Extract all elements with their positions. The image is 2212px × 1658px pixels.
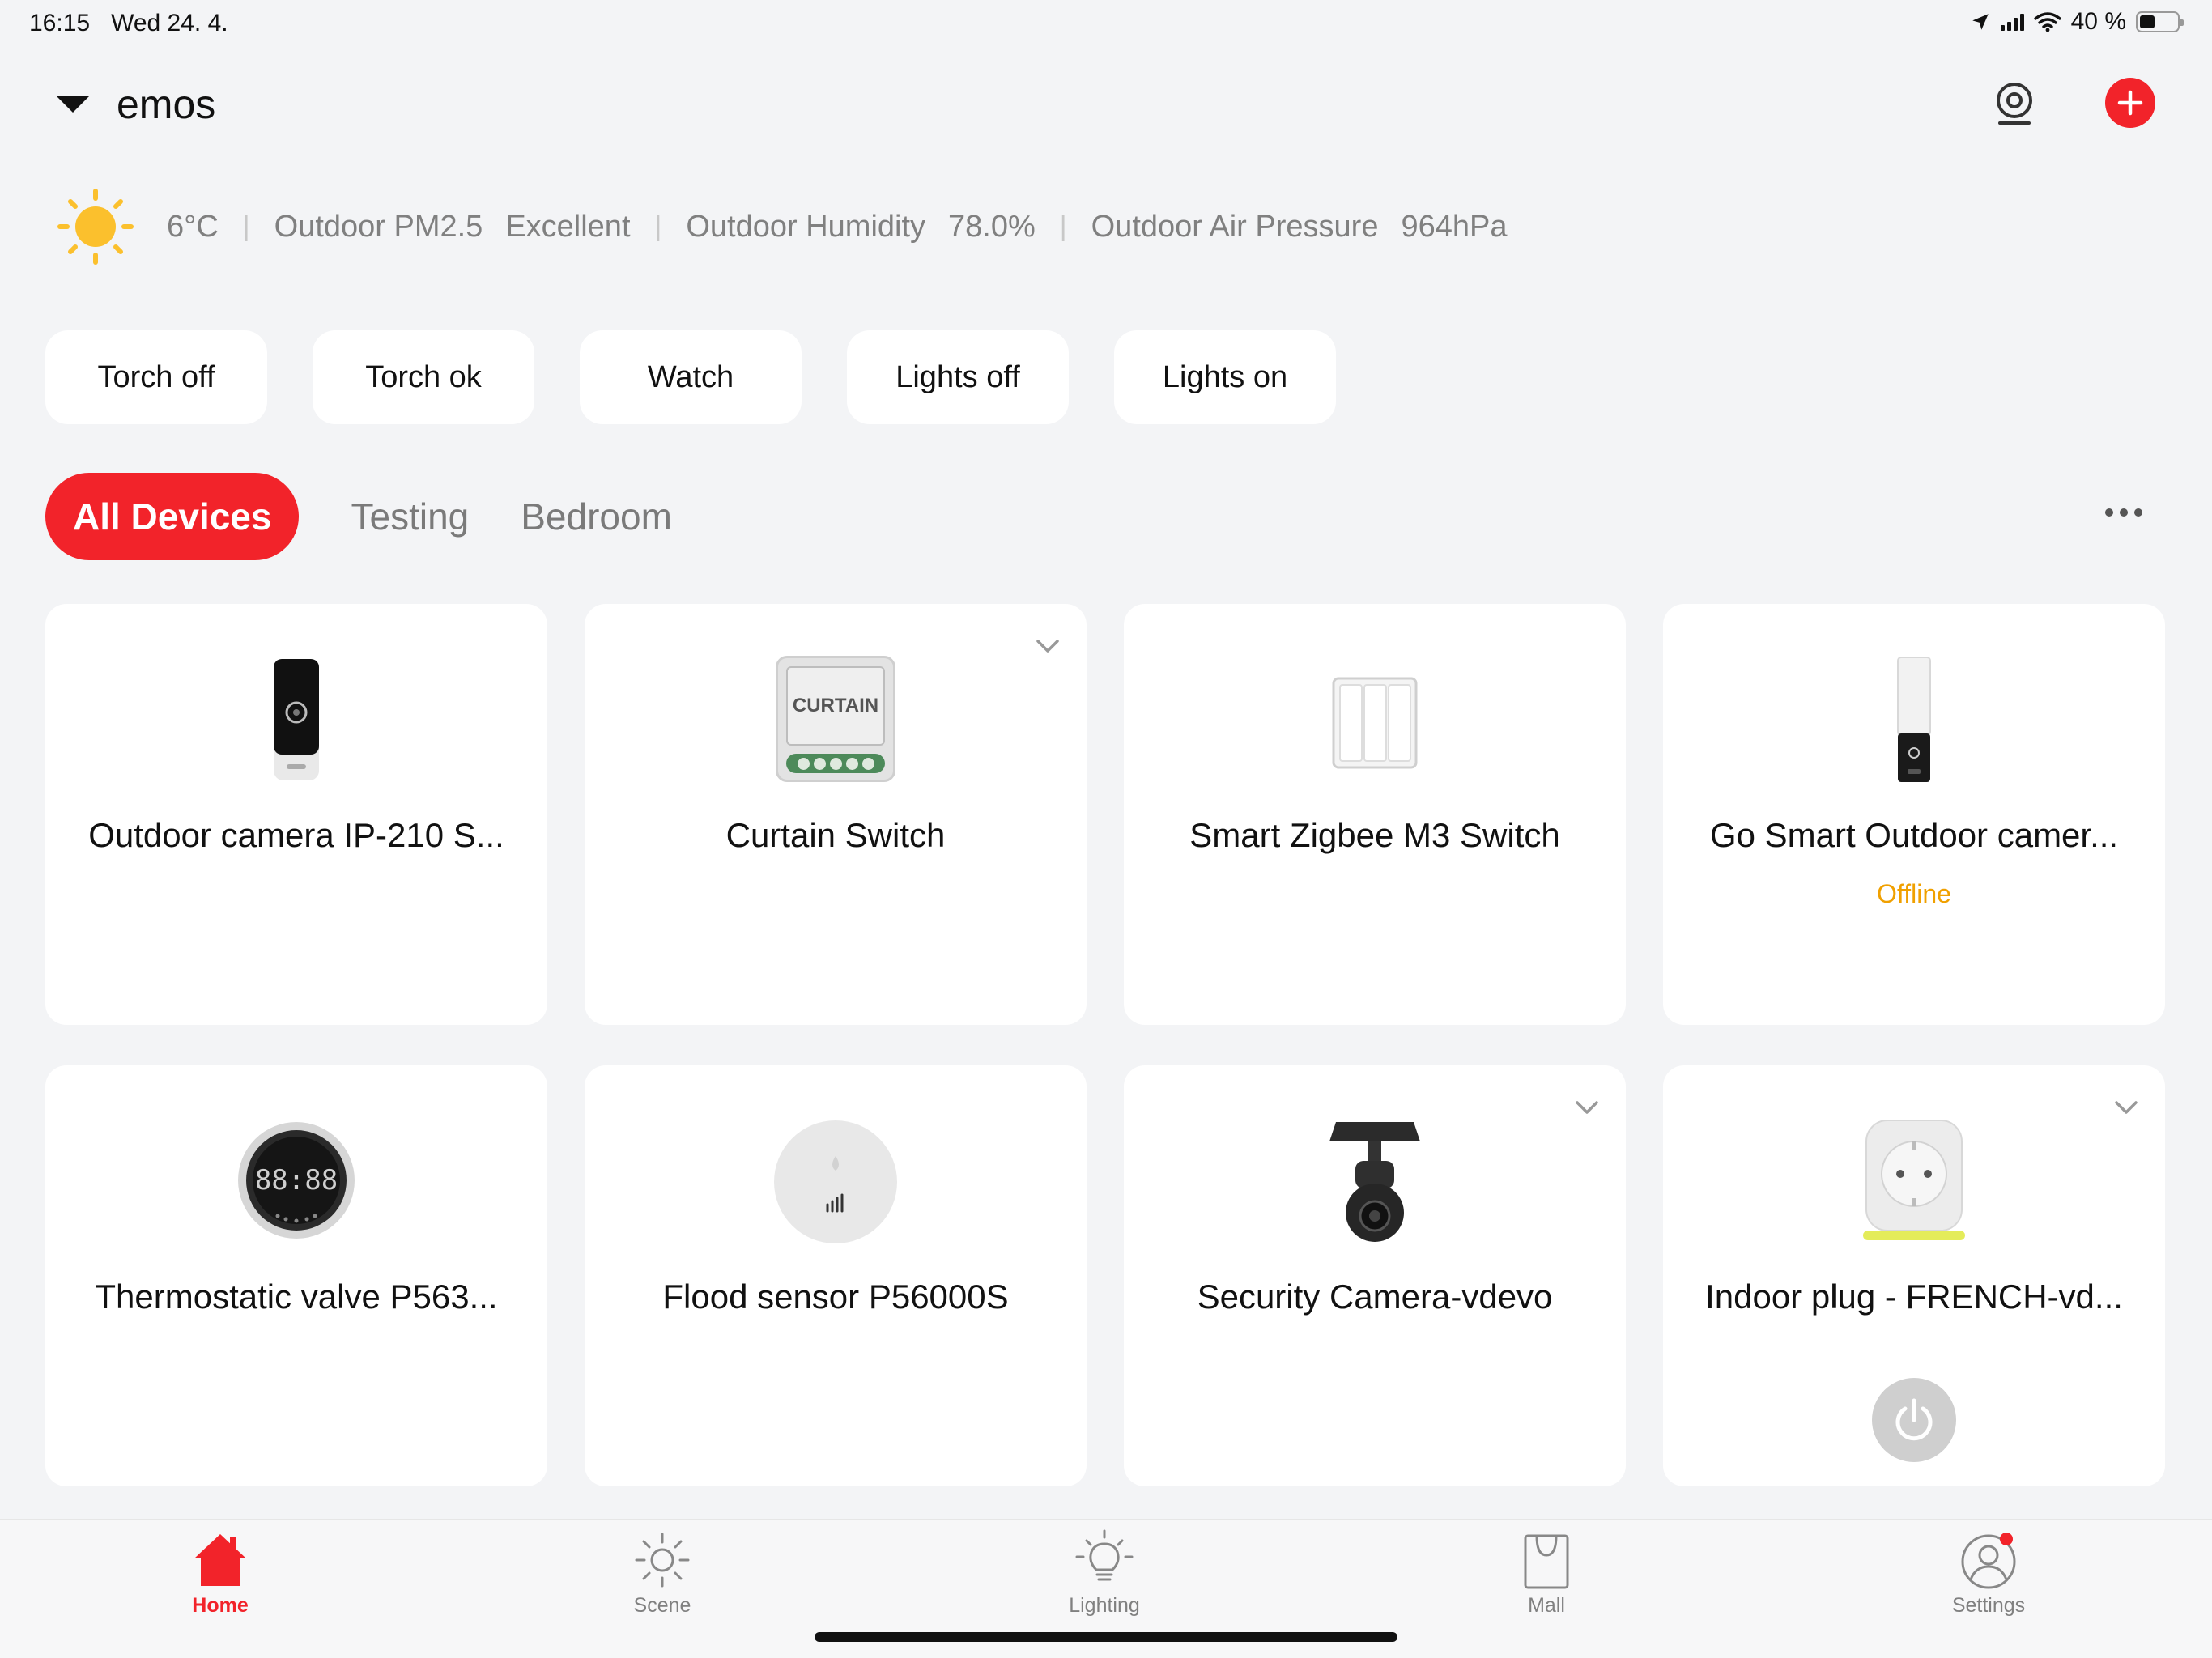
wifi-icon <box>2033 12 2061 32</box>
solar-camera-icon <box>1329 1122 1420 1242</box>
outdoor-camera-icon <box>274 659 319 780</box>
device-card-curtain-switch[interactable]: CURTAIN Curtain Switch <box>585 604 1087 1025</box>
device-name: Indoor plug - FRENCH-vd... <box>1705 1278 2123 1316</box>
thermostat-display: 88:88 <box>254 1164 338 1197</box>
tab-settings[interactable]: Settings <box>1908 1528 2069 1618</box>
weather-humidity-value: 78.0% <box>948 209 1036 244</box>
device-card-thermostatic-valve[interactable]: 88:88 Thermostatic valve P563... <box>45 1065 547 1486</box>
tab-testing[interactable]: Testing <box>351 495 469 538</box>
weather-pressure-value: 964hPa <box>1401 209 1508 244</box>
device-name: Flood sensor P56000S <box>662 1278 1009 1316</box>
room-tabs: All Devices Testing Bedroom <box>45 473 672 560</box>
device-name: Security Camera-vdevo <box>1197 1278 1553 1316</box>
scene-lights-on-button[interactable]: Lights on <box>1114 330 1336 424</box>
weather-strip[interactable]: 6°C | Outdoor PM2.5 Excellent | Outdoor … <box>57 186 1507 267</box>
device-name: Outdoor camera IP-210 S... <box>88 816 504 854</box>
tab-scene-label: Scene <box>633 1594 691 1617</box>
home-indicator[interactable] <box>815 1632 1397 1642</box>
flood-sensor-icon <box>774 1120 897 1244</box>
tab-mall[interactable]: Mall <box>1465 1528 1627 1618</box>
shopping-bag-icon <box>1524 1534 1569 1589</box>
curtain-switch-icon: CURTAIN <box>776 656 895 782</box>
home-name: emos <box>117 82 216 127</box>
tab-home[interactable]: Home <box>139 1528 301 1618</box>
camera-view-button[interactable] <box>1993 81 2035 126</box>
notification-dot-icon <box>2000 1533 2013 1545</box>
tab-lighting-label: Lighting <box>1069 1594 1140 1617</box>
light-bulb-icon <box>1075 1529 1134 1581</box>
scene-sun-icon <box>635 1533 690 1588</box>
weather-pm25-value: Excellent <box>505 209 631 244</box>
sun-icon <box>57 189 134 265</box>
tab-scene[interactable]: Scene <box>581 1528 743 1618</box>
battery-icon <box>2136 11 2184 32</box>
device-name: Smart Zigbee M3 Switch <box>1189 816 1560 854</box>
location-arrow-icon <box>1972 14 1989 30</box>
scene-watch-button[interactable]: Watch <box>580 330 802 424</box>
caret-down-icon <box>57 96 89 113</box>
device-name: Curtain Switch <box>725 816 946 854</box>
cellular-signal-icon <box>2000 13 2024 31</box>
weather-humidity-label: Outdoor Humidity <box>686 209 926 244</box>
plus-icon <box>2117 90 2143 116</box>
weather-pressure-label: Outdoor Air Pressure <box>1091 209 1379 244</box>
weather-temperature: 6°C <box>167 209 219 244</box>
home-icon <box>194 1534 246 1586</box>
device-card-security-camera[interactable]: Security Camera-vdevo <box>1124 1065 1626 1486</box>
device-offline-status: Offline <box>1877 879 1951 908</box>
home-switcher[interactable]: emos <box>57 81 215 128</box>
device-name: Thermostatic valve P563... <box>95 1278 498 1316</box>
scene-torch-ok-button[interactable]: Torch ok <box>313 330 534 424</box>
curtain-label: CURTAIN <box>792 695 879 716</box>
tab-mall-label: Mall <box>1528 1594 1565 1617</box>
webcam-icon <box>1997 83 2032 125</box>
power-icon <box>1895 1398 1933 1441</box>
tab-settings-label: Settings <box>1951 1594 2026 1617</box>
tab-lighting[interactable]: Lighting <box>1023 1528 1185 1618</box>
device-name: Go Smart Outdoor camer... <box>1709 816 2119 854</box>
scene-torch-off-button[interactable]: Torch off <box>45 330 267 424</box>
outdoor-light-camera-icon <box>1897 657 1931 782</box>
more-options-icon[interactable] <box>2105 508 2142 517</box>
scene-shortcuts: Torch off Torch ok Watch Lights off Ligh… <box>45 330 1336 424</box>
thermostat-icon: 88:88 <box>236 1117 357 1244</box>
tab-home-label: Home <box>192 1594 249 1617</box>
device-card-indoor-plug[interactable]: Indoor plug - FRENCH-vd... <box>1663 1065 2165 1486</box>
status-bar: 16:15 Wed 24. 4. 40 % <box>0 0 2212 49</box>
weather-pm25-label: Outdoor PM2.5 <box>274 209 483 244</box>
user-profile-icon <box>1961 1533 2016 1589</box>
device-card-go-smart-camera[interactable]: Go Smart Outdoor camer... Offline <box>1663 604 2165 1025</box>
smart-plug-icon <box>1863 1120 1965 1240</box>
status-date: Wed 24. 4. <box>111 10 228 36</box>
device-card-outdoor-camera[interactable]: Outdoor camera IP-210 S... <box>45 604 547 1025</box>
home-screen: 16:15 Wed 24. 4. 40 % emos 6°C | Outdoor… <box>0 0 2212 1658</box>
device-card-zigbee-switch[interactable]: Smart Zigbee M3 Switch <box>1124 604 1626 1025</box>
tab-bedroom[interactable]: Bedroom <box>521 495 672 538</box>
status-time: 16:15 <box>29 10 91 36</box>
device-card-flood-sensor[interactable]: Flood sensor P56000S <box>585 1065 1087 1486</box>
wall-switch-icon <box>1332 677 1418 769</box>
scene-lights-off-button[interactable]: Lights off <box>847 330 1069 424</box>
tab-all-devices[interactable]: All Devices <box>45 473 300 560</box>
battery-percent: 40 % <box>2070 8 2126 35</box>
plug-power-button[interactable] <box>1872 1378 1956 1462</box>
add-device-button[interactable] <box>2105 78 2155 128</box>
